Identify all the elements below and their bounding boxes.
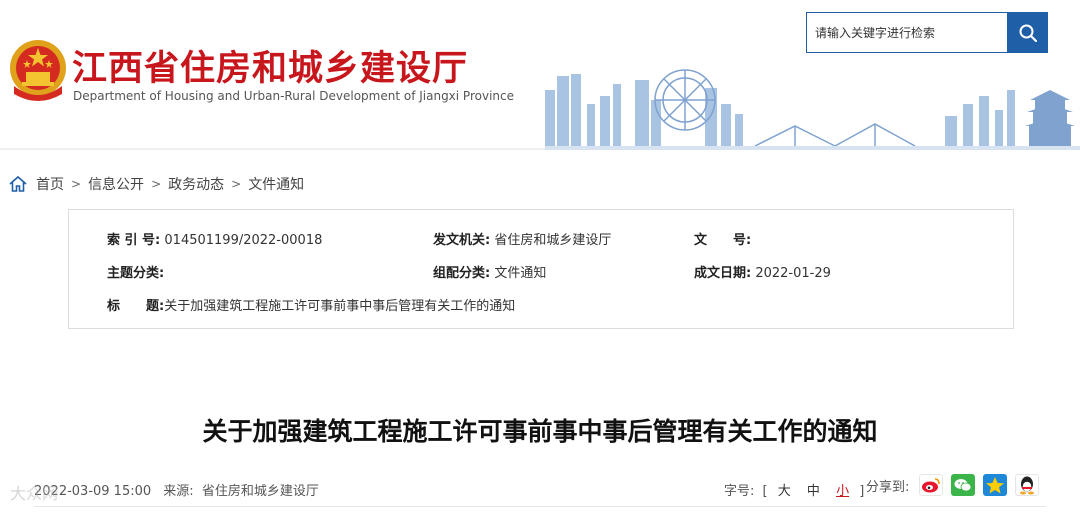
- font-size-medium[interactable]: 中: [807, 484, 820, 499]
- search-button[interactable]: [1007, 12, 1048, 53]
- meta-index: 索 引 号: 014501199/2022-00018: [107, 229, 322, 248]
- meta-index-value: 014501199/2022-00018: [164, 233, 323, 248]
- weibo-icon[interactable]: [919, 474, 944, 496]
- breadcrumb: 首页 > 信息公开 > 政务动态 > 文件通知: [8, 174, 304, 194]
- breadcrumb-home[interactable]: 首页: [36, 174, 64, 194]
- font-size-large[interactable]: 大: [778, 484, 791, 499]
- meta-date-label: 成文日期:: [694, 266, 752, 281]
- search-input[interactable]: [807, 13, 1007, 52]
- font-size-small[interactable]: 小: [836, 484, 849, 499]
- meta-date-value: 2022-01-29: [755, 266, 831, 281]
- meta-issuer: 发文机关: 省住房和城乡建设厅: [433, 229, 611, 248]
- breadcrumb-info-public[interactable]: 信息公开: [88, 174, 144, 194]
- home-icon[interactable]: [8, 175, 28, 193]
- divider: [34, 506, 1046, 507]
- city-skyline-illustration: [545, 69, 1080, 150]
- font-size-bracket-open: [: [762, 484, 768, 499]
- meta-index-label: 索 引 号:: [107, 233, 161, 248]
- wechat-icon[interactable]: [951, 474, 976, 496]
- meta-category-label: 组配分类:: [433, 266, 491, 281]
- meta-issuer-value: 省住房和城乡建设厅: [494, 233, 612, 248]
- article-title: 关于加强建筑工程施工许可事前事中事后管理有关工作的通知: [202, 417, 878, 446]
- breadcrumb-file-notice[interactable]: 文件通知: [248, 174, 304, 194]
- meta-docno-label: 文 号:: [694, 233, 752, 248]
- meta-title: 标 题:关于加强建筑工程施工许可事前事中事后管理有关工作的通知: [107, 295, 515, 314]
- article-info-bar: 2022-03-09 15:00 来源: 省住房和城乡建设厅: [34, 480, 327, 499]
- search-icon: [1019, 24, 1037, 42]
- breadcrumb-separator: >: [231, 177, 242, 191]
- font-size-switcher: 字号: [ 大 中 小 ]: [724, 480, 864, 499]
- meta-issuer-label: 发文机关:: [433, 233, 491, 248]
- source-value: 省住房和城乡建设厅: [201, 484, 319, 499]
- document-meta-box: 索 引 号: 014501199/2022-00018 发文机关: 省住房和城乡…: [68, 209, 1014, 329]
- site-title: 江西省住房和城乡建设厅: [72, 49, 469, 89]
- meta-date: 成文日期: 2022-01-29: [694, 262, 831, 281]
- meta-topic: 主题分类:: [107, 262, 164, 281]
- meta-title-value: 关于加强建筑工程施工许可事前事中事后管理有关工作的通知: [164, 299, 516, 314]
- site-subtitle: Department of Housing and Urban-Rural De…: [73, 89, 514, 103]
- qq-icon[interactable]: [1015, 474, 1040, 496]
- share-bar: 分享到:: [866, 474, 1047, 496]
- search-box: [806, 12, 1008, 53]
- font-size-bracket-close: ]: [859, 484, 865, 499]
- meta-category-value: 文件通知: [494, 266, 547, 281]
- watermark: 大众网: [10, 484, 59, 503]
- share-label: 分享到:: [866, 479, 910, 495]
- meta-category: 组配分类: 文件通知: [433, 262, 546, 281]
- breadcrumb-separator: >: [71, 177, 82, 191]
- breadcrumb-separator: >: [151, 177, 162, 191]
- breadcrumb-gov-news[interactable]: 政务动态: [168, 174, 224, 194]
- qzone-icon[interactable]: [983, 474, 1008, 496]
- meta-topic-label: 主题分类:: [107, 266, 165, 281]
- meta-docno: 文 号:: [694, 229, 751, 248]
- meta-title-label: 标 题:: [107, 299, 165, 314]
- national-emblem-icon: [10, 40, 66, 101]
- font-size-label: 字号:: [724, 484, 755, 499]
- source-label: 来源:: [163, 484, 194, 499]
